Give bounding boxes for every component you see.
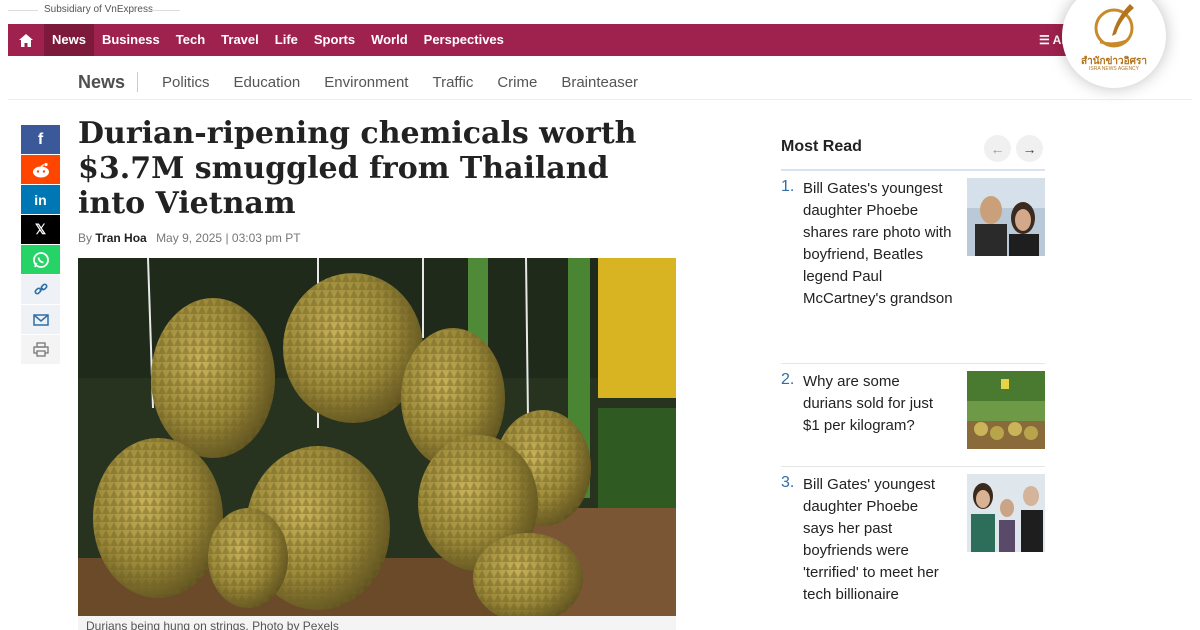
nav-item-business[interactable]: Business xyxy=(94,24,168,56)
subnav-item-crime[interactable]: Crime xyxy=(497,74,537,91)
nav-item-world[interactable]: World xyxy=(363,24,416,56)
subnav-item-brainteaser[interactable]: Brainteaser xyxy=(561,74,638,91)
most-read-divider xyxy=(781,169,1045,171)
link-icon[interactable] xyxy=(21,275,60,304)
article-headline: Durian-ripening chemicals worth $3.7M sm… xyxy=(78,116,637,221)
image-caption: Durians being hung on strings. Photo by … xyxy=(78,616,676,630)
item-number: 3. xyxy=(781,474,795,491)
byline-by: By xyxy=(78,231,93,245)
item-divider xyxy=(781,466,1045,467)
article-byline: By Tran Hoa May 9, 2025 | 03:03 pm PT xyxy=(78,231,301,245)
nav-item-travel[interactable]: Travel xyxy=(213,24,267,56)
item-number: 1. xyxy=(781,178,795,195)
nav-item-news[interactable]: News xyxy=(44,24,94,56)
arrow-right-icon[interactable]: → xyxy=(1016,135,1043,162)
print-icon[interactable] xyxy=(21,335,60,364)
mail-icon[interactable] xyxy=(21,305,60,334)
article-hero-image xyxy=(78,258,676,616)
most-read-title: Most Read xyxy=(781,138,862,155)
main-navigation: News Business Tech Travel Life Sports Wo… xyxy=(8,24,1128,56)
sub-navigation: News Politics Education Environment Traf… xyxy=(78,66,638,98)
logo-subtitle: ISRA NEWS AGENCY xyxy=(1088,66,1139,72)
item-thumbnail[interactable] xyxy=(967,178,1045,256)
header-divider xyxy=(150,10,180,11)
item-title[interactable]: Bill Gates' youngest daughter Phoebe say… xyxy=(803,474,953,606)
nav-item-perspectives[interactable]: Perspectives xyxy=(416,24,512,56)
home-icon[interactable] xyxy=(8,24,44,56)
subnav-item-politics[interactable]: Politics xyxy=(162,74,210,91)
publish-date: May 9, 2025 | 03:03 pm PT xyxy=(156,231,301,245)
nav-item-sports[interactable]: Sports xyxy=(306,24,363,56)
facebook-icon[interactable]: f xyxy=(21,125,60,154)
subnav-item-environment[interactable]: Environment xyxy=(324,74,408,91)
subsidiary-text: Subsidiary of VnExpress xyxy=(44,4,153,15)
arrow-left-icon[interactable]: ← xyxy=(984,135,1011,162)
reddit-icon[interactable] xyxy=(21,155,60,184)
section-title[interactable]: News xyxy=(78,72,139,92)
item-thumbnail[interactable] xyxy=(967,474,1045,552)
item-title[interactable]: Why are some durians sold for just $1 pe… xyxy=(803,371,953,437)
hamburger-icon: ☰ xyxy=(1039,33,1050,47)
author-link[interactable]: Tran Hoa xyxy=(95,231,146,245)
whatsapp-icon[interactable] xyxy=(21,245,60,274)
isra-news-logo: สำนักข่าวอิศรา ISRA NEWS AGENCY xyxy=(1062,0,1166,88)
nav-item-life[interactable]: Life xyxy=(267,24,306,56)
item-number: 2. xyxy=(781,371,795,388)
linkedin-icon[interactable]: in xyxy=(21,185,60,214)
item-title[interactable]: Bill Gates's youngest daughter Phoebe sh… xyxy=(803,178,953,310)
share-bar: f in 𝕏 xyxy=(21,125,60,365)
quill-icon xyxy=(1094,4,1134,48)
nav-item-tech[interactable]: Tech xyxy=(168,24,213,56)
item-divider xyxy=(781,363,1045,364)
site-header: Subsidiary of VnExpress xyxy=(0,0,1200,22)
subnav-item-traffic[interactable]: Traffic xyxy=(432,74,473,91)
subnav-divider xyxy=(8,99,1192,100)
most-read-controls: ← → xyxy=(984,135,1043,162)
header-divider xyxy=(8,10,38,11)
subnav-item-education[interactable]: Education xyxy=(234,74,301,91)
item-thumbnail[interactable] xyxy=(967,371,1045,449)
x-icon[interactable]: 𝕏 xyxy=(21,215,60,244)
